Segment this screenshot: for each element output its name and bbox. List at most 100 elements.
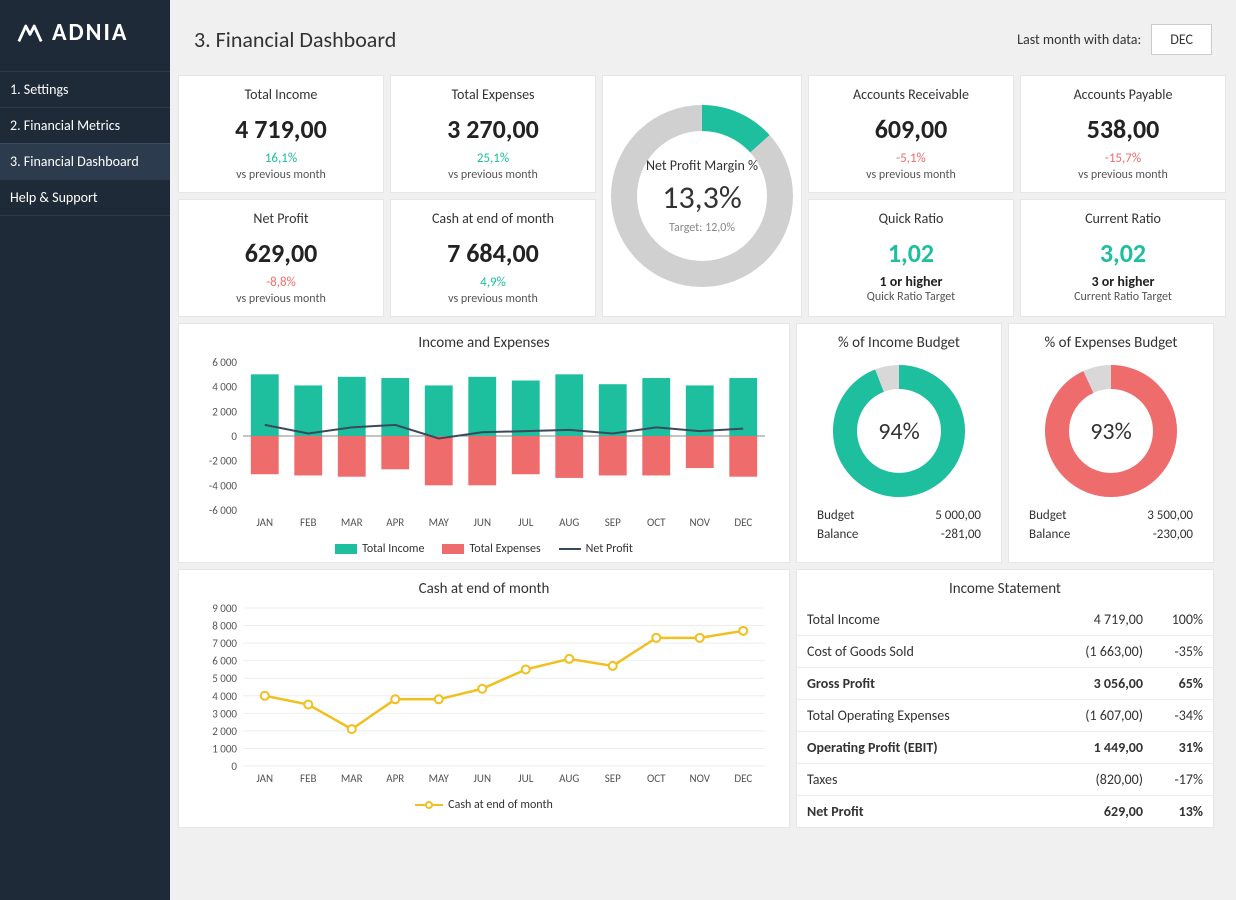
sidebar-item-1[interactable]: 2. Financial Metrics xyxy=(0,107,170,143)
svg-text:2 000: 2 000 xyxy=(212,725,237,738)
card-current-ratio: Current Ratio 3,02 3 or higher Current R… xyxy=(1020,199,1226,317)
svg-text:JUN: JUN xyxy=(473,516,491,529)
chart-legend: Cash at end of month xyxy=(195,798,773,812)
svg-text:-4 000: -4 000 xyxy=(209,479,238,492)
card-change: -8,8% xyxy=(191,275,371,290)
card-title: Total Expenses xyxy=(403,86,583,103)
svg-text:0: 0 xyxy=(231,430,237,443)
card-change: 4,9% xyxy=(403,275,583,290)
stmt-amount: 4 719,00 xyxy=(1053,611,1143,628)
svg-text:FEB: FEB xyxy=(300,772,316,785)
app-root: ADNIA 1. Settings2. Financial Metrics3. … xyxy=(0,0,1236,900)
svg-text:4 000: 4 000 xyxy=(212,381,237,394)
stmt-pct: 13% xyxy=(1143,803,1203,820)
income-expenses-chart-svg: -6 000-4 000-2 00002 0004 0006 000JANFEB… xyxy=(195,356,775,536)
card-subtext: vs previous month xyxy=(821,168,1001,182)
month-filter-label: Last month with data: xyxy=(1017,31,1141,48)
stmt-amount: 3 056,00 xyxy=(1053,675,1143,692)
card-subtext: vs previous month xyxy=(403,292,583,306)
svg-text:5 000: 5 000 xyxy=(212,672,237,685)
balance-label: Balance xyxy=(817,527,858,542)
statement-row: Total Income4 719,00100% xyxy=(797,604,1213,636)
statement-title: Income Statement xyxy=(797,574,1213,604)
stmt-label: Net Profit xyxy=(807,803,1053,820)
sidebar-nav: 1. Settings2. Financial Metrics3. Financ… xyxy=(0,71,170,216)
topbar: 3. Financial Dashboard Last month with d… xyxy=(178,0,1228,75)
stmt-label: Cost of Goods Sold xyxy=(807,643,1053,660)
card-accounts-payable: Accounts Payable 538,00 -15,7% vs previo… xyxy=(1020,75,1226,193)
svg-text:6 000: 6 000 xyxy=(212,655,237,668)
card-value: 7 684,00 xyxy=(403,237,583,269)
statement-row: Cost of Goods Sold(1 663,00)-35% xyxy=(797,636,1213,668)
stmt-pct: -35% xyxy=(1143,643,1203,660)
card-cash-end-month: Cash at end of month 7 684,00 4,9% vs pr… xyxy=(390,199,596,317)
card-quick-ratio: Quick Ratio 1,02 1 or higher Quick Ratio… xyxy=(808,199,1014,317)
svg-text:2 000: 2 000 xyxy=(212,405,237,418)
month-select[interactable]: DEC xyxy=(1151,24,1212,55)
svg-text:MAR: MAR xyxy=(341,772,363,785)
chart-income-expenses: Income and Expenses -6 000-4 000-2 00002… xyxy=(178,323,790,563)
stmt-amount: 1 449,00 xyxy=(1053,739,1143,756)
svg-text:DEC: DEC xyxy=(734,772,752,785)
svg-text:APR: APR xyxy=(386,516,404,529)
card-change: -5,1% xyxy=(821,151,1001,166)
statement-row: Gross Profit3 056,0065% xyxy=(797,668,1213,700)
svg-text:NOV: NOV xyxy=(690,772,711,785)
donut-title: % of Income Budget xyxy=(813,334,985,352)
sidebar-item-0[interactable]: 1. Settings xyxy=(0,71,170,107)
statement-row: Operating Profit (EBIT)1 449,0031% xyxy=(797,732,1213,764)
card-value: 4 719,00 xyxy=(191,113,371,145)
svg-text:6 000: 6 000 xyxy=(212,356,237,369)
card-title: Cash at end of month xyxy=(403,210,583,227)
kpi-grid: Total Income 4 719,00 16,1% vs previous … xyxy=(178,75,1228,317)
svg-text:7 000: 7 000 xyxy=(212,637,237,650)
svg-text:MAR: MAR xyxy=(341,516,363,529)
brand-logo-icon xyxy=(16,19,44,47)
legend-item: Total Income xyxy=(335,542,424,556)
balance-value: -281,00 xyxy=(941,527,981,542)
ratio-label: Current Ratio Target xyxy=(1033,290,1213,304)
ratio-target: 1 or higher xyxy=(821,273,1001,290)
svg-text:OCT: OCT xyxy=(647,772,666,785)
chart-legend: Total IncomeTotal ExpensesNet Profit xyxy=(195,542,773,556)
gauge-center: Net Profit Margin % 13,3% Target: 12,0% xyxy=(646,157,758,235)
card-title: Current Ratio xyxy=(1033,210,1213,227)
card-value: 3 270,00 xyxy=(403,113,583,145)
svg-text:APR: APR xyxy=(386,772,404,785)
gauge-net-profit-margin: Net Profit Margin % 13,3% Target: 12,0% xyxy=(602,75,802,317)
stmt-label: Gross Profit xyxy=(807,675,1053,692)
card-net-profit: Net Profit 629,00 -8,8% vs previous mont… xyxy=(178,199,384,317)
svg-text:JAN: JAN xyxy=(256,772,273,785)
card-value: 609,00 xyxy=(821,113,1001,145)
card-title: Accounts Payable xyxy=(1033,86,1213,103)
gauge-value: 13,3% xyxy=(646,178,758,217)
svg-text:AUG: AUG xyxy=(559,772,579,785)
card-title: Net Profit xyxy=(191,210,371,227)
card-subtext: vs previous month xyxy=(191,292,371,306)
statement-row: Total Operating Expenses(1 607,00)-34% xyxy=(797,700,1213,732)
stmt-amount: 629,00 xyxy=(1053,803,1143,820)
cash-chart-svg: 01 0002 0003 0004 0005 0006 0007 0008 00… xyxy=(195,602,775,792)
sidebar-item-3[interactable]: Help & Support xyxy=(0,179,170,216)
svg-text:-2 000: -2 000 xyxy=(209,455,238,468)
svg-text:JUL: JUL xyxy=(518,772,534,785)
svg-text:AUG: AUG xyxy=(559,516,579,529)
svg-text:3 000: 3 000 xyxy=(212,707,237,720)
month-filter: Last month with data: DEC xyxy=(1017,24,1212,55)
stmt-amount: (1 607,00) xyxy=(1053,707,1143,724)
sidebar-item-2[interactable]: 3. Financial Dashboard xyxy=(0,143,170,179)
donut-expenses-budget: % of Expenses Budget 93% Budget3 500,00 … xyxy=(1008,323,1214,563)
stmt-pct: 31% xyxy=(1143,739,1203,756)
svg-text:0: 0 xyxy=(231,760,237,773)
card-subtext: vs previous month xyxy=(403,168,583,182)
middle-row: Income and Expenses -6 000-4 000-2 00002… xyxy=(178,323,1228,563)
legend-item: Net Profit xyxy=(559,542,633,556)
card-total-expenses: Total Expenses 3 270,00 25,1% vs previou… xyxy=(390,75,596,193)
card-title: Total Income xyxy=(191,86,371,103)
ratio-value: 3,02 xyxy=(1033,237,1213,269)
stmt-label: Taxes xyxy=(807,771,1053,788)
donut-income-budget: % of Income Budget 94% Budget5 000,00 Ba… xyxy=(796,323,1002,563)
card-change: -15,7% xyxy=(1033,151,1213,166)
balance-value: -230,00 xyxy=(1153,527,1193,542)
svg-text:8 000: 8 000 xyxy=(212,620,237,633)
